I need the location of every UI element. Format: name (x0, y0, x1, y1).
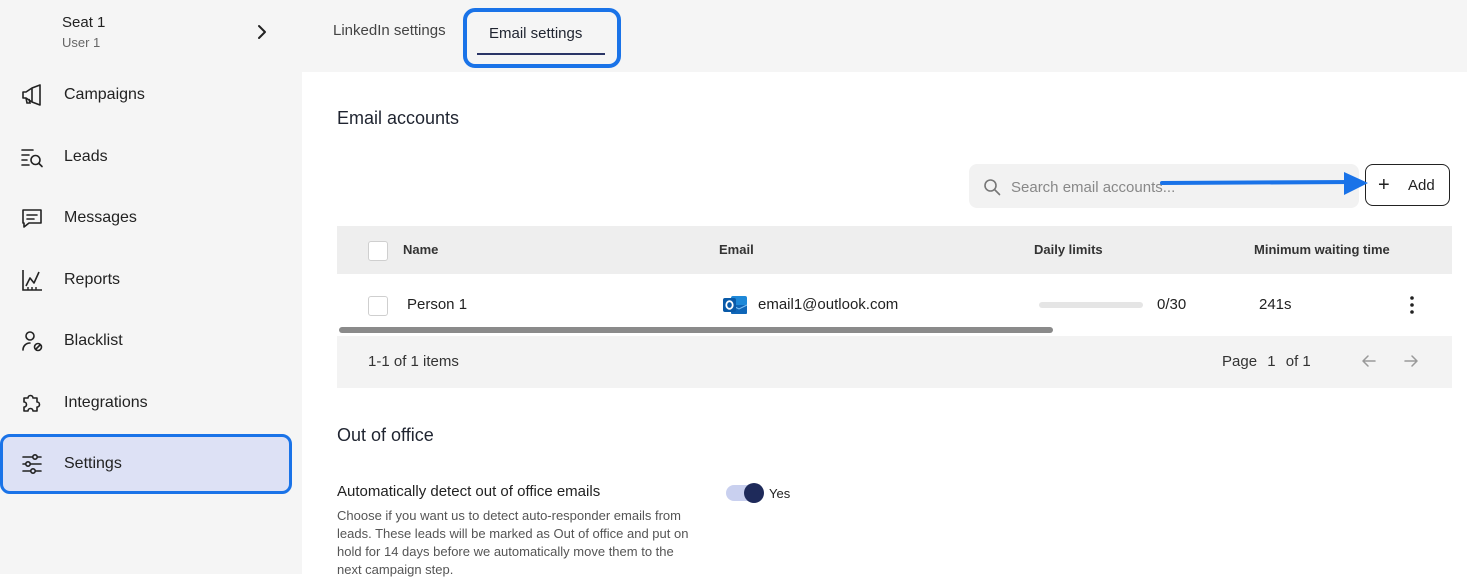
sidebar-item-integrations[interactable]: Integrations (8, 380, 284, 426)
daily-limit-bar (1039, 302, 1143, 308)
ooo-toggle-value: Yes (769, 486, 791, 501)
chevron-right-icon[interactable] (252, 22, 272, 42)
more-options-icon[interactable] (1403, 294, 1421, 316)
toggle-knob (744, 483, 764, 503)
chat-icon (22, 209, 42, 228)
search-icon (984, 179, 1001, 196)
seat-selector[interactable]: Seat 1 User 1 (62, 14, 105, 50)
chart-icon (22, 270, 42, 291)
user-block-icon (22, 331, 43, 352)
out-of-office-title: Out of office (337, 425, 434, 445)
sidebar-item-label: Integrations (64, 394, 148, 411)
seat-user: User 1 (62, 35, 101, 50)
list-search-icon (21, 149, 43, 168)
sidebar-item-reports[interactable]: Reports (8, 257, 284, 303)
arrow-left-icon[interactable] (1360, 352, 1378, 370)
table-pagination: 1-1 of 1 items Page 1 of 1 (337, 336, 1452, 388)
horizontal-scrollbar[interactable] (339, 327, 1053, 333)
sidebar-item-label: Messages (64, 209, 137, 226)
seat-name: Seat 1 (62, 14, 106, 31)
items-count: 1-1 of 1 items (368, 353, 459, 370)
active-tab-indicator (477, 53, 605, 55)
ooo-setting-description: Choose if you want us to detect auto-res… (337, 508, 689, 577)
ooo-toggle[interactable] (726, 483, 764, 503)
column-min-wait[interactable]: Minimum waiting time (1254, 242, 1391, 257)
tab-email-label: Email settings (489, 25, 583, 42)
page-label: Page (1222, 353, 1258, 370)
cell-email: email1@outlook.com (758, 296, 899, 313)
page-current[interactable]: 1 (1267, 353, 1275, 370)
sidebar-item-messages[interactable]: Messages (8, 195, 284, 241)
sidebar-item-label: Leads (64, 148, 108, 165)
cell-name: Person 1 (407, 296, 468, 313)
email-accounts-title: Email accounts (337, 108, 460, 128)
sidebar-item-blacklist[interactable]: Blacklist (8, 318, 284, 364)
column-name[interactable]: Name (403, 242, 438, 257)
sidebar-item-label: Blacklist (64, 332, 123, 349)
cell-min-wait: 241s (1259, 296, 1292, 313)
sidebar-item-leads[interactable]: Leads (8, 134, 284, 180)
arrow-right-icon[interactable] (1402, 352, 1420, 370)
sidebar-item-label: Settings (64, 455, 122, 472)
select-all-checkbox[interactable] (368, 241, 388, 261)
puzzle-icon (23, 394, 41, 412)
megaphone-icon (22, 84, 41, 106)
column-email[interactable]: Email (719, 242, 754, 257)
add-email-account-button[interactable]: + Add (1365, 164, 1450, 206)
table-header: Name Email Daily limits Minimum waiting … (337, 226, 1452, 274)
search-input[interactable] (1009, 174, 1343, 200)
tab-email-settings[interactable]: Email settings (463, 8, 621, 68)
ooo-setting-label: Automatically detect out of office email… (337, 483, 601, 500)
plus-icon: + (1378, 174, 1390, 196)
column-daily-limits[interactable]: Daily limits (1034, 242, 1103, 257)
sidebar: Seat 1 User 1 Campaigns Leads Messages R… (0, 0, 302, 574)
add-button-label: Add (1408, 177, 1435, 194)
sliders-icon (22, 453, 42, 474)
sidebar-item-label: Campaigns (64, 86, 145, 103)
page-total: of 1 (1285, 353, 1311, 370)
row-checkbox[interactable] (368, 296, 388, 316)
tab-linkedin-settings[interactable]: LinkedIn settings (333, 22, 446, 39)
sidebar-item-label: Reports (64, 271, 121, 288)
search-field[interactable] (969, 164, 1359, 208)
settings-tabs: LinkedIn settings Email settings (302, 0, 1467, 72)
main-content: LinkedIn settings Email settings Email a… (302, 0, 1467, 577)
table-row[interactable]: Person 1 email1@outlook.com 0/30 241s (337, 274, 1452, 334)
sidebar-item-campaigns[interactable]: Campaigns (8, 72, 284, 118)
page-indicator: Page 1 of 1 (1222, 353, 1317, 370)
sidebar-item-settings[interactable]: Settings (0, 434, 292, 494)
cell-daily-limit: 0/30 (1157, 296, 1187, 313)
outlook-icon (723, 296, 748, 314)
